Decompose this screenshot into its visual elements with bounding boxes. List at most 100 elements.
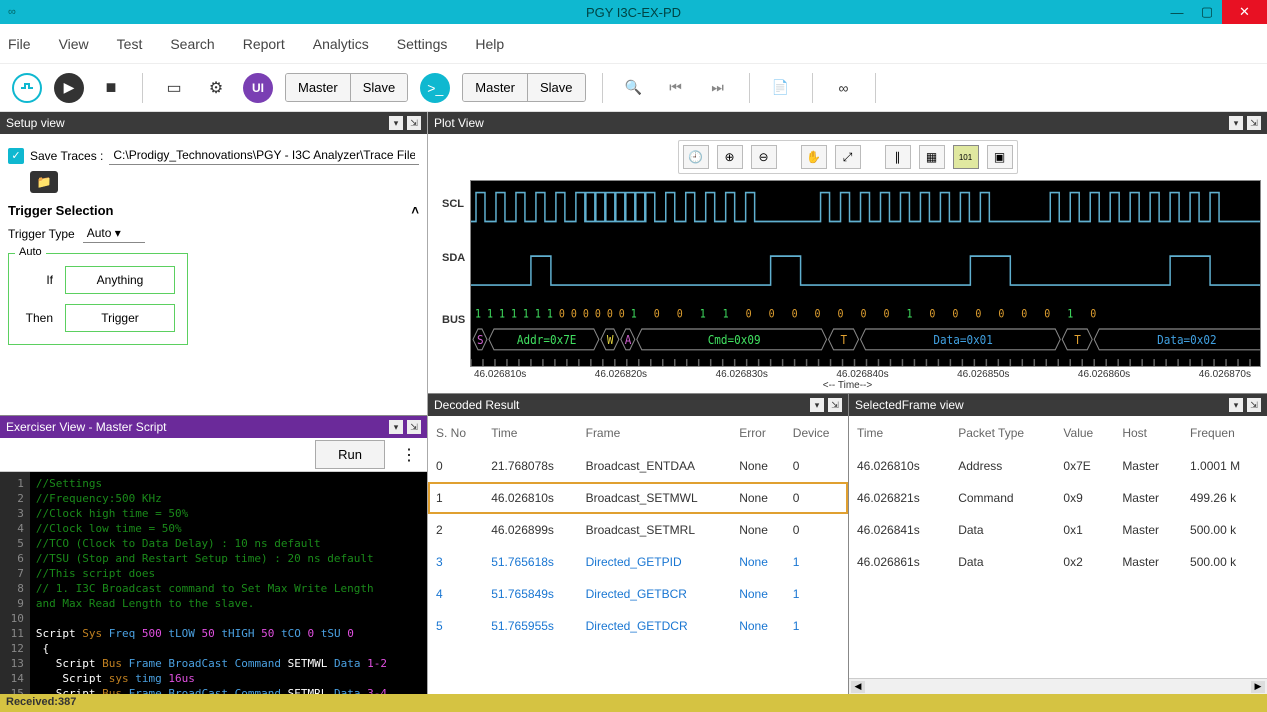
terminal-icon[interactable]: >_ — [420, 73, 450, 103]
document-icon[interactable]: 📄 — [766, 73, 796, 103]
toolbar: ▶ ■ ▭ ⚙ UI Master Slave >_ Master Slave … — [0, 64, 1267, 112]
skip-fwd-icon[interactable]: ⏭ — [703, 73, 733, 103]
scl-label: SCL — [442, 198, 464, 210]
role2-master[interactable]: Master — [463, 74, 528, 101]
table-row[interactable]: 46.026861sData0x2Master500.00 k — [849, 546, 1267, 578]
menu-report[interactable]: Report — [243, 36, 285, 52]
plot-dropdown-icon[interactable]: ▾ — [1229, 116, 1243, 130]
svg-text:0: 0 — [571, 307, 577, 321]
zoom-time-icon[interactable]: 🕘 — [683, 145, 709, 169]
folder-icon[interactable]: ■ — [96, 73, 126, 103]
table-row[interactable]: 246.026899sBroadcast_SETMRLNone0 — [428, 514, 848, 546]
pan-icon[interactable]: ✋ — [801, 145, 827, 169]
selframe-pin-icon[interactable]: ⇲ — [1247, 398, 1261, 412]
zoom-in-icon[interactable]: ⊕ — [717, 145, 743, 169]
window-title: PGY I3C-EX-PD — [586, 5, 681, 20]
table-row[interactable]: 46.026810sAddress0x7EMaster1.0001 M — [849, 450, 1267, 482]
setup-pin-icon[interactable]: ⇲ — [407, 116, 421, 130]
svg-text:Addr=0x7E: Addr=0x7E — [517, 332, 576, 347]
table-row[interactable]: 46.026821sCommand0x9Master499.26 k — [849, 482, 1267, 514]
role1-slave[interactable]: Slave — [351, 74, 408, 101]
auto-legend: Auto — [15, 246, 46, 258]
exer-dropdown-icon[interactable]: ▾ — [389, 420, 403, 434]
zoom-out-icon[interactable]: ⊖ — [751, 145, 777, 169]
svg-text:1: 1 — [511, 307, 517, 321]
role-toggle-1[interactable]: Master Slave — [285, 73, 408, 102]
grid-icon[interactable]: ▦ — [919, 145, 945, 169]
table-row[interactable]: 46.026841sData0x1Master500.00 k — [849, 514, 1267, 546]
collapse-icon[interactable]: ˄ — [411, 203, 419, 218]
menu-file[interactable]: File — [8, 36, 31, 52]
selframe-scrollbar[interactable]: ◀ ▶ — [849, 678, 1267, 694]
if-value[interactable]: Anything — [65, 266, 175, 294]
svg-text:T: T — [1074, 332, 1081, 347]
plot-pin-icon[interactable]: ⇲ — [1247, 116, 1261, 130]
link-icon[interactable]: ∞ — [829, 73, 859, 103]
fit-icon[interactable]: ⤢ — [835, 145, 861, 169]
ui-badge[interactable]: UI — [243, 73, 273, 103]
role2-slave[interactable]: Slave — [528, 74, 585, 101]
selframe-dropdown-icon[interactable]: ▾ — [1229, 398, 1243, 412]
script-editor[interactable]: 1 2 3 4 5 6 7 8 9 10 11 12 13 14 15 16 /… — [0, 472, 427, 694]
status-text: Received:387 — [6, 696, 76, 708]
gear-icon[interactable]: ⚙ — [201, 73, 231, 103]
svg-text:1: 1 — [906, 307, 912, 321]
svg-text:1: 1 — [547, 307, 553, 321]
capture-icon[interactable] — [12, 73, 42, 103]
table-row[interactable]: 021.768078sBroadcast_ENTDAANone0 — [428, 450, 848, 482]
table-row[interactable]: 146.026810sBroadcast_SETMWLNone0 — [428, 482, 848, 514]
role1-master[interactable]: Master — [286, 74, 351, 101]
decoded-dropdown-icon[interactable]: ▾ — [810, 398, 824, 412]
exerciser-header: Exerciser View - Master Script ▾ ⇲ — [0, 416, 427, 438]
exer-pin-icon[interactable]: ⇲ — [407, 420, 421, 434]
svg-text:0: 0 — [838, 307, 844, 321]
selframe-table[interactable]: TimePacket TypeValueHostFrequen 46.02681… — [849, 416, 1267, 578]
svg-text:0: 0 — [619, 307, 625, 321]
add-folder-button[interactable]: 📁 — [30, 171, 58, 193]
popout-icon[interactable]: ▣ — [987, 145, 1013, 169]
decoded-table[interactable]: S. NoTimeFrameErrorDevice 021.768078sBro… — [428, 416, 848, 642]
trace-path-input[interactable] — [109, 146, 419, 165]
table-row[interactable]: 551.765955sDirected_GETDCRNone1 — [428, 610, 848, 642]
waveform-canvas[interactable]: 1111111000000100110000000100000010SAddr=… — [470, 180, 1261, 367]
then-label: Then — [21, 311, 53, 325]
skip-back-icon[interactable]: ⏮ — [661, 73, 691, 103]
svg-text:0: 0 — [595, 307, 601, 321]
setup-dropdown-icon[interactable]: ▾ — [389, 116, 403, 130]
menu-help[interactable]: Help — [475, 36, 504, 52]
menu-test[interactable]: Test — [117, 36, 143, 52]
menu-search[interactable]: Search — [170, 36, 214, 52]
svg-text:0: 0 — [746, 307, 752, 321]
run-button[interactable]: Run — [315, 440, 385, 469]
search-icon[interactable]: 🔍 — [619, 73, 649, 103]
minimize-button[interactable]: — — [1162, 0, 1192, 24]
play-icon[interactable]: ▶ — [54, 73, 84, 103]
time-axis-label: <-- Time--> — [434, 380, 1261, 391]
svg-text:1: 1 — [499, 307, 505, 321]
decoded-pin-icon[interactable]: ⇲ — [828, 398, 842, 412]
save-traces-checkbox[interactable]: ✓ — [8, 148, 24, 164]
svg-text:Data=0x02: Data=0x02 — [1157, 332, 1216, 347]
svg-text:1: 1 — [700, 307, 706, 321]
scroll-right-icon[interactable]: ▶ — [1251, 681, 1265, 693]
svg-text:0: 0 — [677, 307, 683, 321]
trigger-type-select[interactable]: Auto ▾ — [83, 224, 145, 243]
role-toggle-2[interactable]: Master Slave — [462, 73, 585, 102]
menu-view[interactable]: View — [59, 36, 89, 52]
bus-decode-icon[interactable]: 101 — [953, 145, 979, 169]
close-button[interactable]: ✕ — [1222, 0, 1267, 24]
cursor-icon[interactable]: ∥ — [885, 145, 911, 169]
kebab-menu-icon[interactable]: ⋮ — [391, 445, 427, 465]
menu-settings[interactable]: Settings — [397, 36, 448, 52]
scroll-left-icon[interactable]: ◀ — [851, 681, 865, 693]
plot-view-title: Plot View — [434, 116, 484, 130]
then-value[interactable]: Trigger — [65, 304, 175, 332]
menu-analytics[interactable]: Analytics — [313, 36, 369, 52]
device-icon[interactable]: ▭ — [159, 73, 189, 103]
table-row[interactable]: 351.765618sDirected_GETPIDNone1 — [428, 546, 848, 578]
maximize-button[interactable]: ▢ — [1192, 0, 1222, 24]
decoded-header: Decoded Result ▾ ⇲ — [428, 394, 848, 416]
table-row[interactable]: 451.765849sDirected_GETBCRNone1 — [428, 578, 848, 610]
titlebar: ∞ PGY I3C-EX-PD — ▢ ✕ — [0, 0, 1267, 24]
sda-label: SDA — [442, 252, 465, 264]
